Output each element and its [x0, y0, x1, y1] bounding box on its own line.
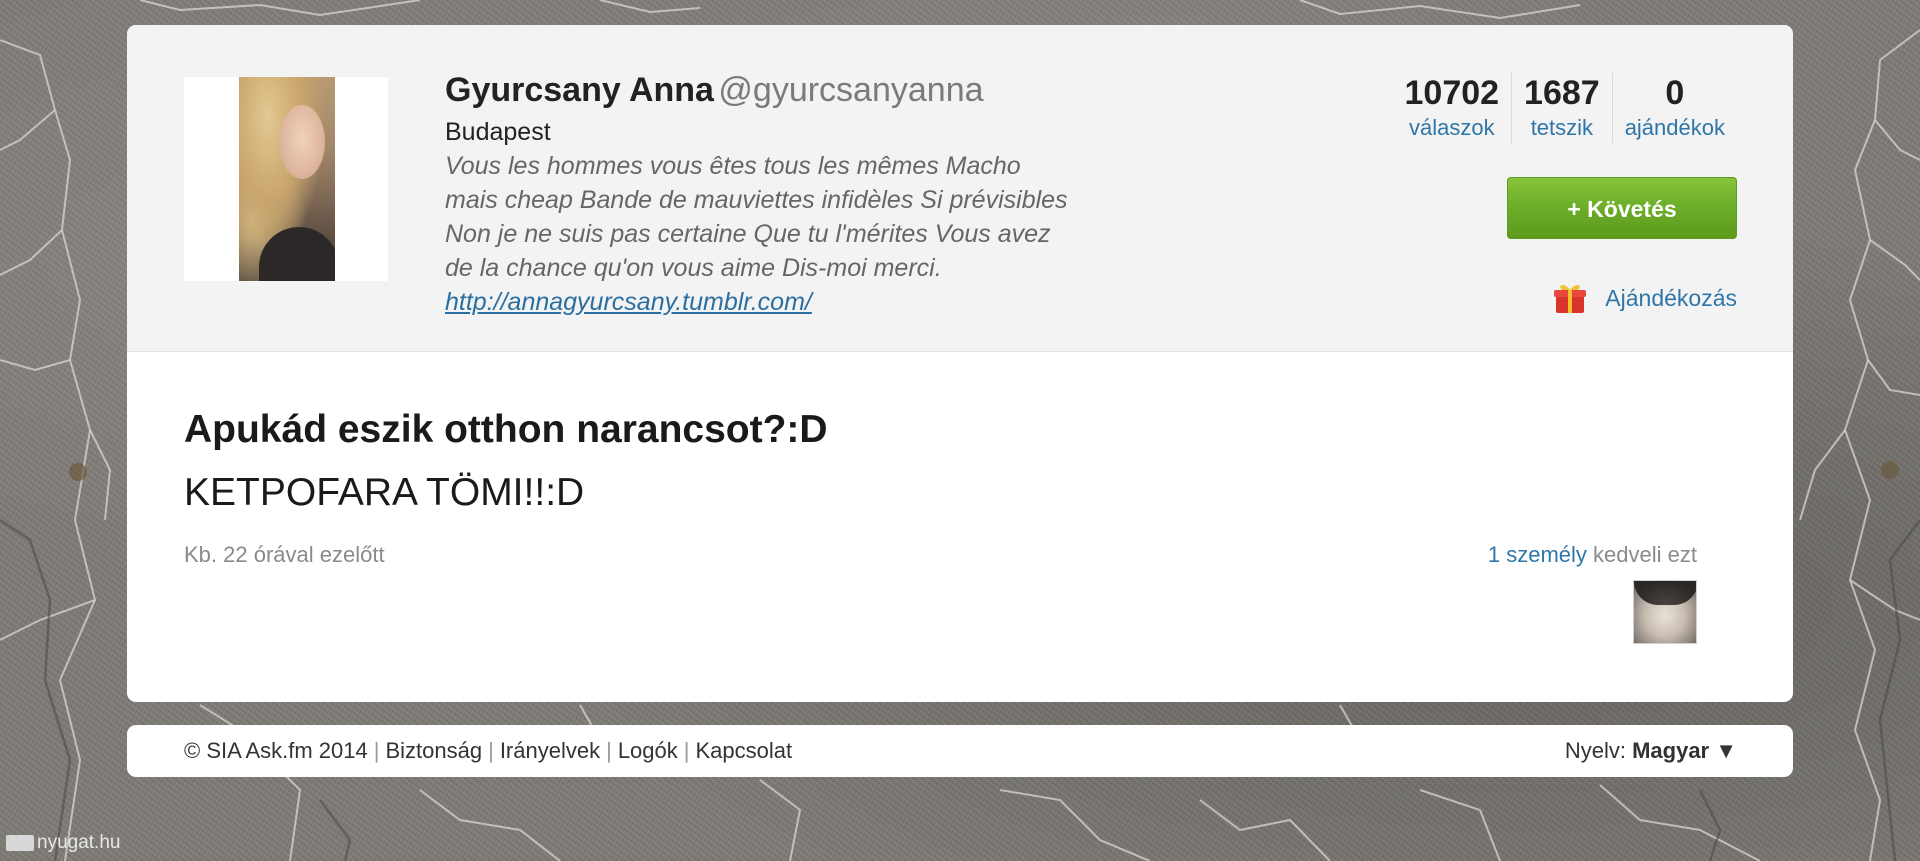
profile-bio: Vous les hommes vous êtes tous les mêmes… — [445, 149, 1185, 319]
bio-line: Non je ne suis pas certaine Que tu l'mér… — [445, 220, 1051, 248]
watermark: nyugat.hu — [6, 832, 120, 854]
profile-username: @gyurcsanyanna — [718, 71, 984, 109]
footer-link-guidelines[interactable]: Irányelvek — [500, 738, 600, 763]
stat-label: válaszok — [1408, 115, 1495, 140]
answer-text: KETPOFARA TÖMI!!:D — [184, 471, 585, 514]
profile-avatar[interactable] — [184, 77, 388, 281]
follow-button[interactable]: + Követés — [1507, 177, 1737, 239]
gift-label: Ajándékozás — [1605, 284, 1737, 311]
stat-count: 1687 — [1524, 74, 1600, 112]
profile-card: Gyurcsany Anna @gyurcsanyanna Budapest V… — [127, 25, 1793, 702]
profile-stats: 10702 válaszok 1687 tetszik 0 ajándékok — [1393, 73, 1738, 143]
gift-icon — [1554, 285, 1587, 313]
likes-summary: 1 személy kedveli ezt — [1488, 542, 1697, 568]
stat-gifts[interactable]: 0 ajándékok — [1611, 73, 1737, 143]
profile-name-line: Gyurcsany Anna @gyurcsanyanna — [445, 71, 984, 110]
language-value: Magyar ▼ — [1632, 738, 1737, 763]
stat-likes[interactable]: 1687 tetszik — [1511, 73, 1612, 143]
profile-display-name: Gyurcsany Anna — [445, 71, 714, 109]
watermark-text: nyugat.hu — [37, 832, 121, 853]
stat-count: 0 — [1665, 74, 1685, 112]
language-selector[interactable]: Nyelv: Magyar ▼ — [1565, 725, 1737, 777]
profile-header: Gyurcsany Anna @gyurcsanyanna Budapest V… — [127, 25, 1793, 352]
likes-label: kedveli ezt — [1593, 542, 1697, 567]
profile-photo — [239, 77, 335, 281]
liker-avatar[interactable] — [1633, 580, 1697, 644]
footer-link-logos[interactable]: Logók — [618, 738, 678, 763]
gift-button[interactable]: Ajándékozás — [1553, 281, 1737, 315]
stat-answers[interactable]: 10702 válaszok — [1393, 73, 1512, 143]
bio-website-link[interactable]: http://annagyurcsany.tumblr.com/ — [445, 285, 1185, 319]
footer-copyright: © SIA Ask.fm 2014 — [184, 738, 368, 763]
stat-count: 10702 — [1404, 74, 1500, 112]
likes-count-link[interactable]: 1 személy — [1488, 542, 1587, 567]
question-text: Apukád eszik otthon narancsot?:D — [184, 408, 828, 451]
footer: © SIA Ask.fm 2014 | Biztonság | Irányelvek | L… — [127, 725, 1793, 777]
watermark-logo-icon — [6, 835, 34, 851]
profile-location: Budapest — [445, 118, 551, 146]
post-timestamp[interactable]: Kb. 22 órával ezelőtt — [184, 542, 385, 568]
stat-label: tetszik — [1530, 115, 1594, 140]
footer-links: © SIA Ask.fm 2014 | Biztonság | Irányelvek | L… — [184, 738, 793, 763]
footer-link-contact[interactable]: Kapcsolat — [695, 738, 792, 763]
stat-label: ajándékok — [1624, 115, 1725, 140]
language-label: Nyelv: — [1564, 738, 1626, 763]
bio-line: Vous les hommes vous êtes tous les mêmes… — [445, 152, 1021, 180]
bio-line: de la chance qu'on vous aime Dis-moi mer… — [445, 254, 942, 282]
bio-line: mais cheap Bande de mauviettes infidèles… — [445, 186, 1068, 214]
footer-link-security[interactable]: Biztonság — [385, 738, 482, 763]
